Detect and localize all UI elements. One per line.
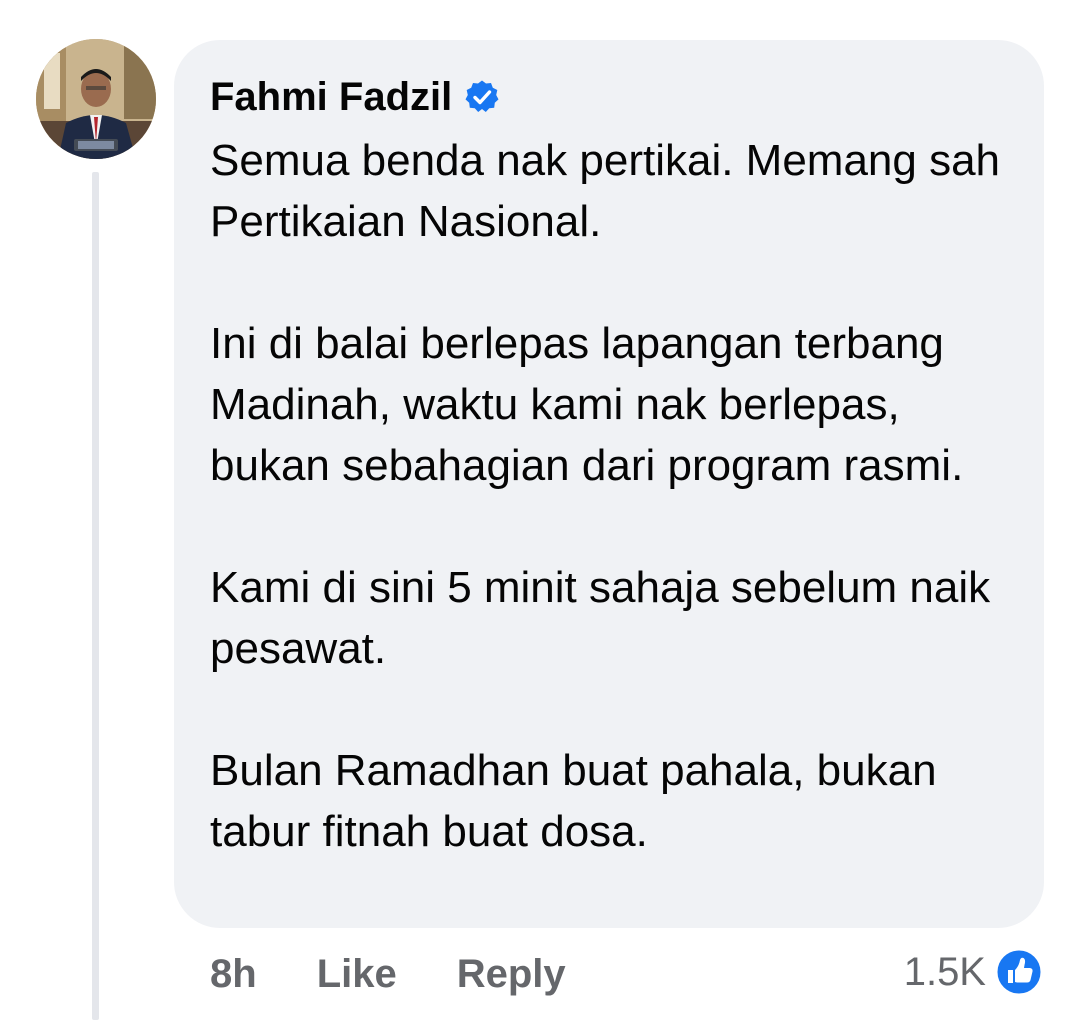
author-name[interactable]: Fahmi Fadzil: [210, 75, 452, 120]
thread-line: [92, 172, 99, 1020]
like-button[interactable]: Like: [317, 952, 397, 997]
profile-photo-icon: [36, 39, 156, 159]
comment-paragraph: Ini di balai berlepas lapangan terbang M…: [210, 319, 964, 490]
comment-actions: 8h Like Reply: [210, 944, 566, 1004]
verified-badge-icon: [464, 79, 500, 115]
reaction-summary[interactable]: 1.5K: [904, 942, 1044, 1002]
comment-paragraph: Kami di sini 5 minit sahaja sebelum naik…: [210, 563, 991, 673]
comment-thread: Fahmi Fadzil Semua benda nak pertikai. M…: [0, 0, 1080, 1020]
comment-bubble: Fahmi Fadzil Semua benda nak pertikai. M…: [174, 40, 1044, 928]
reaction-count: 1.5K: [903, 949, 986, 994]
comment-paragraph: Semua benda nak pertikai. Memang sah Per…: [210, 136, 1001, 246]
reply-button[interactable]: Reply: [457, 952, 566, 997]
comment-paragraph: Bulan Ramadhan buat pahala, bukan tabur …: [210, 746, 937, 856]
comment-text: Semua benda nak pertikai. Memang sah Per…: [210, 130, 1020, 862]
author-row: Fahmi Fadzil: [210, 70, 1008, 124]
timestamp[interactable]: 8h: [210, 952, 257, 997]
like-reaction-icon: [994, 947, 1044, 997]
avatar[interactable]: [36, 39, 156, 159]
